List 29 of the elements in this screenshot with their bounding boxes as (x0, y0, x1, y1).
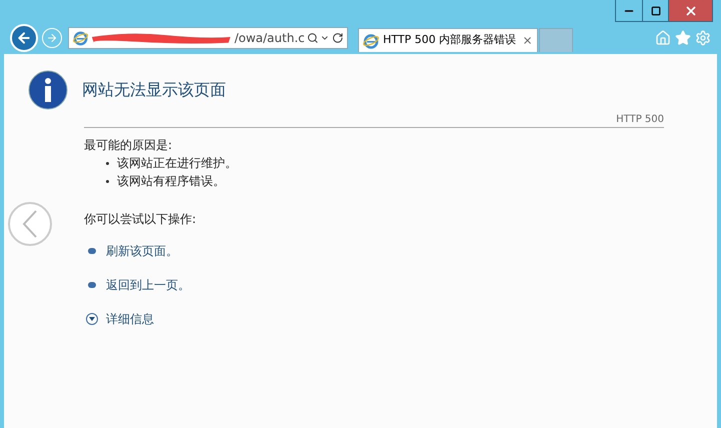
back-button[interactable] (10, 24, 38, 52)
causes-heading: 最可能的原因是: (84, 137, 174, 154)
close-icon (684, 4, 698, 18)
address-field[interactable]: /owa/auth.c (68, 27, 348, 49)
tab-title: HTTP 500 内部服务器错误 (383, 32, 518, 48)
address-text: /owa/auth.c (234, 30, 305, 47)
close-button[interactable] (668, 0, 712, 21)
expand-icon[interactable] (86, 313, 98, 325)
page-title: 网站无法显示该页面 (82, 79, 226, 101)
cause-item: 该网站有程序错误。 (117, 173, 225, 190)
bullet-icon (106, 162, 109, 164)
close-tab-icon[interactable] (522, 35, 533, 46)
actions-heading: 你可以尝试以下操作: (84, 211, 198, 228)
action-link[interactable]: 刷新该页面。 (106, 242, 178, 260)
search-icon[interactable] (306, 32, 318, 44)
bullet-icon (88, 282, 96, 288)
action-link[interactable]: 返回到上一页。 (106, 276, 190, 294)
details-link[interactable]: 详细信息 (106, 310, 154, 328)
browser-logo-icon (363, 32, 379, 48)
bullet-icon (106, 180, 109, 182)
refresh-icon[interactable] (332, 32, 343, 44)
forward-arrow-icon (46, 32, 58, 44)
info-icon (28, 70, 68, 110)
bullet-icon (88, 248, 96, 254)
browser-tab[interactable]: HTTP 500 内部服务器错误 (358, 28, 538, 52)
browser-logo-icon (73, 30, 88, 46)
error-code: HTTP 500 (616, 113, 664, 127)
cause-item: 该网站正在进行维护。 (117, 155, 237, 172)
maximize-icon (650, 6, 660, 16)
